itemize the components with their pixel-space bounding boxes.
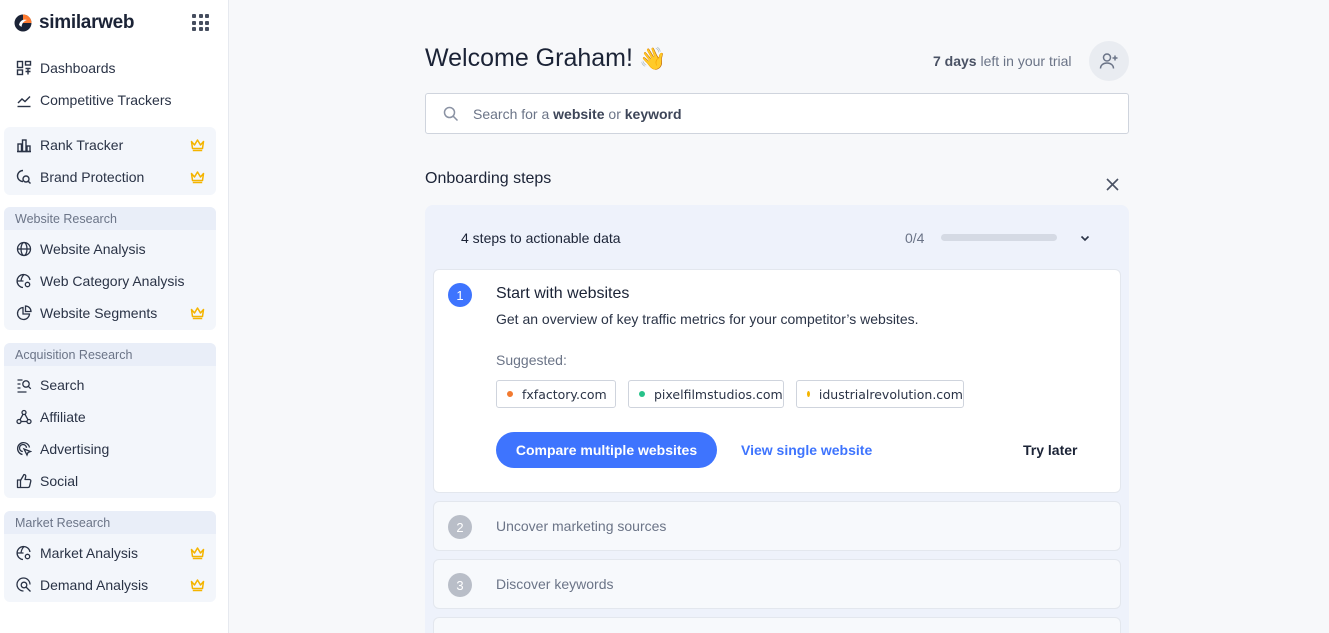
sidebar-item-label: Website Segments <box>40 305 158 321</box>
view-single-website-link[interactable]: View single website <box>741 442 872 458</box>
compare-websites-button[interactable]: Compare multiple websites <box>496 432 717 468</box>
globe-icon <box>15 241 32 258</box>
onboarding-panel: 4 steps to actionable data 0/4 1 Start w… <box>425 205 1129 633</box>
sidebar-item-label: Social <box>40 473 79 489</box>
step-title: Discover keywords <box>496 576 614 592</box>
similarweb-logo-icon <box>14 14 32 32</box>
onboarding-step-1: 1 Start with websites Get an overview of… <box>433 269 1121 493</box>
sidebar-item-label: Advertising <box>40 441 110 457</box>
welcome-text: Welcome Graham! <box>425 44 633 72</box>
sidebar-item-label: Affiliate <box>40 409 86 425</box>
sidebar-item-search[interactable]: Search <box>4 369 216 401</box>
group-heading: Market Research <box>4 511 216 534</box>
search-icon <box>443 106 459 121</box>
close-onboarding-button[interactable] <box>1105 177 1120 192</box>
sidebar: similarweb Dashboards Competitive Tracke… <box>0 0 229 633</box>
onboarding-step-2[interactable]: 2 Uncover marketing sources <box>433 501 1121 551</box>
sidebar-item-label: Search <box>40 377 85 393</box>
cursor-target-icon <box>15 441 32 458</box>
suggestion-chip[interactable]: pixelfilmstudios.com <box>628 380 784 408</box>
sidebar-item-market-analysis[interactable]: Market Analysis <box>4 537 216 569</box>
trial-status: 7 days left in your trial <box>933 53 1072 69</box>
globe-gear-icon <box>15 545 32 562</box>
sidebar-item-label: Market Analysis <box>40 545 139 561</box>
suggestion-chip[interactable]: fxfactory.com <box>496 380 616 408</box>
app-grid-icon[interactable] <box>192 14 209 31</box>
network-icon <box>15 409 32 426</box>
step-number: 3 <box>448 573 472 597</box>
suggested-label: Suggested: <box>496 352 567 368</box>
try-later-button[interactable]: Try later <box>1023 442 1077 458</box>
step-description: Get an overview of key traffic metrics f… <box>496 311 919 327</box>
step-title: Start with websites <box>496 285 630 302</box>
invite-user-button[interactable] <box>1089 41 1129 81</box>
sidebar-item-affiliate[interactable]: Affiliate <box>4 401 216 433</box>
sidebar-item-advertising[interactable]: Advertising <box>4 433 216 465</box>
sidebar-item-label: Web Category Analysis <box>40 273 185 289</box>
group-heading: Website Research <box>4 207 216 230</box>
add-user-icon <box>1099 53 1118 69</box>
crown-icon <box>190 306 205 320</box>
sidebar-item-social[interactable]: Social <box>4 465 216 497</box>
step-number: 2 <box>448 515 472 539</box>
sidebar-item-demand-analysis[interactable]: Demand Analysis <box>4 569 216 601</box>
sidebar-item-website-analysis[interactable]: Website Analysis <box>4 233 216 265</box>
sidebar-item-label: Rank Tracker <box>40 137 124 153</box>
step-title: Uncover marketing sources <box>496 518 667 534</box>
search-circle-icon <box>15 577 32 594</box>
sidebar-item-web-category-analysis[interactable]: Web Category Analysis <box>4 265 216 297</box>
collapse-panel-button[interactable] <box>1079 231 1091 243</box>
sidebar-item-label: Dashboards <box>40 60 116 76</box>
wave-emoji-icon: 👋 <box>638 45 667 71</box>
step-number: 1 <box>448 283 472 307</box>
onboarding-step-3[interactable]: 3 Discover keywords <box>433 559 1121 609</box>
status-dot-icon <box>507 391 513 397</box>
group-heading: Acquisition Research <box>4 343 216 366</box>
page-title: Welcome Graham! 👋 <box>425 44 666 73</box>
trend-line-icon <box>15 92 32 109</box>
progress-bar <box>941 234 1057 241</box>
search-shield-icon <box>15 169 32 186</box>
progress-count: 0/4 <box>905 230 925 246</box>
sidebar-item-label: Competitive Trackers <box>40 92 172 108</box>
crown-icon <box>190 578 205 592</box>
trial-suffix: left in your trial <box>980 53 1072 69</box>
sidebar-item-website-segments[interactable]: Website Segments <box>4 297 216 329</box>
chip-label: pixelfilmstudios.com <box>654 386 783 402</box>
chip-label: idustrialrevolution.com <box>818 386 963 402</box>
search-input[interactable] <box>471 105 1071 122</box>
crown-icon <box>190 546 205 560</box>
suggestion-chip[interactable]: idustrialrevolution.com <box>796 380 964 408</box>
bar-chart-icon <box>15 137 32 154</box>
chip-label: fxfactory.com <box>522 386 607 402</box>
sidebar-item-dashboards[interactable]: Dashboards <box>4 52 216 84</box>
sidebar-item-competitive-trackers[interactable]: Competitive Trackers <box>4 84 216 116</box>
dashboard-icon <box>15 60 32 77</box>
logo-text: similarweb <box>39 12 135 33</box>
sidebar-item-brand-protection[interactable]: Brand Protection <box>4 161 216 193</box>
close-icon <box>1106 178 1119 191</box>
search-bar[interactable]: Search for a website or keyword <box>425 93 1129 134</box>
sidebar-item-label: Demand Analysis <box>40 577 149 593</box>
globe-gear-icon <box>15 273 32 290</box>
logo[interactable]: similarweb <box>14 12 135 34</box>
sidebar-item-rank-tracker[interactable]: Rank Tracker <box>4 129 216 161</box>
status-dot-icon <box>807 391 810 397</box>
sidebar-item-label: Brand Protection <box>40 169 145 185</box>
thumbs-up-icon <box>15 473 32 490</box>
status-dot-icon <box>639 391 645 397</box>
onboarding-title: Onboarding steps <box>425 170 552 187</box>
trial-days: 7 days <box>933 53 977 69</box>
onboarding-step-4[interactable] <box>433 617 1121 633</box>
crown-icon <box>190 170 205 184</box>
search-list-icon <box>15 377 32 394</box>
chevron-down-icon <box>1080 235 1090 242</box>
pie-icon <box>15 305 32 322</box>
panel-title: 4 steps to actionable data <box>461 230 621 246</box>
crown-icon <box>190 138 205 152</box>
sidebar-item-label: Website Analysis <box>40 241 146 257</box>
